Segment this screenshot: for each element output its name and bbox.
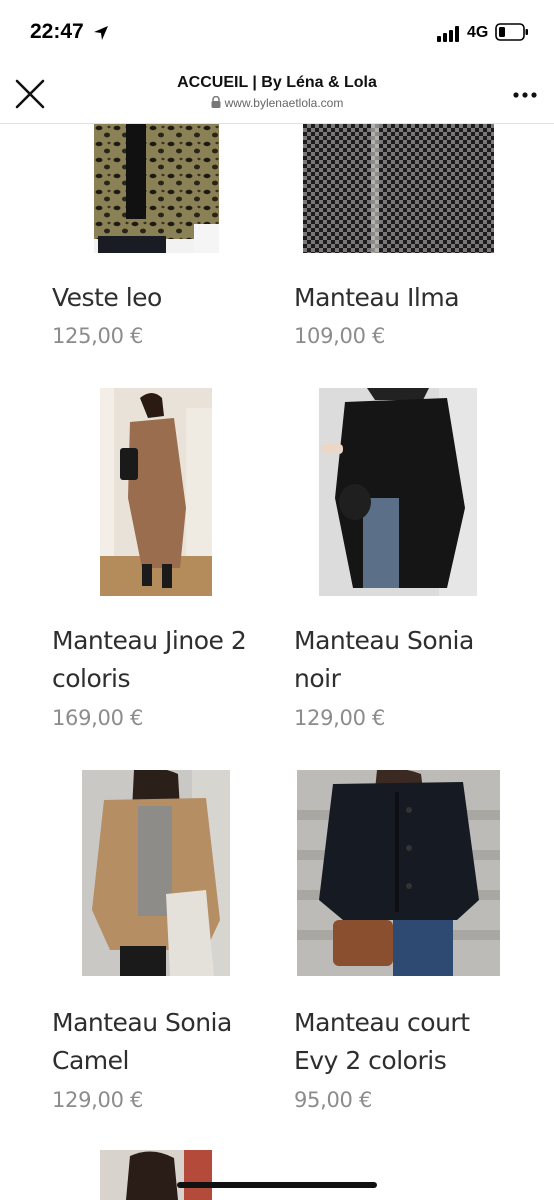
product-price: 129,00 € [52,1088,144,1112]
product-price: 95,00 € [294,1088,373,1112]
product-price: 109,00 € [294,324,386,348]
product-name[interactable]: Veste leo [52,279,272,317]
product-image-manteau-sonia-noir[interactable] [319,388,477,596]
product-name[interactable]: Manteau Ilma [294,279,514,317]
product-price: 129,00 € [294,706,386,730]
product-price: 125,00 € [52,324,144,348]
product-name[interactable]: Manteau Sonia noir [294,622,514,698]
product-image-veste-leo[interactable] [94,124,219,253]
product-image-next[interactable] [100,1150,212,1200]
page-title: ACCUEIL | By Léna & Lola [177,74,377,91]
product-image-manteau-court-evy[interactable] [297,770,500,976]
status-time: 22:47 [30,20,84,43]
lock-icon [211,96,221,108]
page-url: www.bylenaetlola.com [0,96,554,110]
network-type: 4G [467,24,489,41]
url-text: www.bylenaetlola.com [224,96,344,110]
cellular-signal-icon [437,26,459,42]
product-name[interactable]: Manteau Sonia Camel [52,1004,272,1080]
product-grid: Veste leo 125,00 € Manteau Ilma 109,00 € [0,124,554,1200]
battery-icon [495,23,528,41]
product-image-manteau-jinoe[interactable] [100,388,212,596]
product-price: 169,00 € [52,706,144,730]
product-image-manteau-ilma[interactable] [303,124,494,253]
product-image-manteau-sonia-camel[interactable] [82,770,230,976]
more-options-icon[interactable] [512,91,538,99]
product-name[interactable]: Manteau court Evy 2 coloris [294,1004,514,1080]
home-indicator [177,1182,377,1188]
location-arrow-icon [94,26,108,40]
status-bar: 22:47 4G [0,0,554,62]
browser-nav-bar: ACCUEIL | By Léna & Lola www.bylenaetlol… [0,62,554,124]
product-name[interactable]: Manteau Jinoe 2 coloris [52,622,272,698]
